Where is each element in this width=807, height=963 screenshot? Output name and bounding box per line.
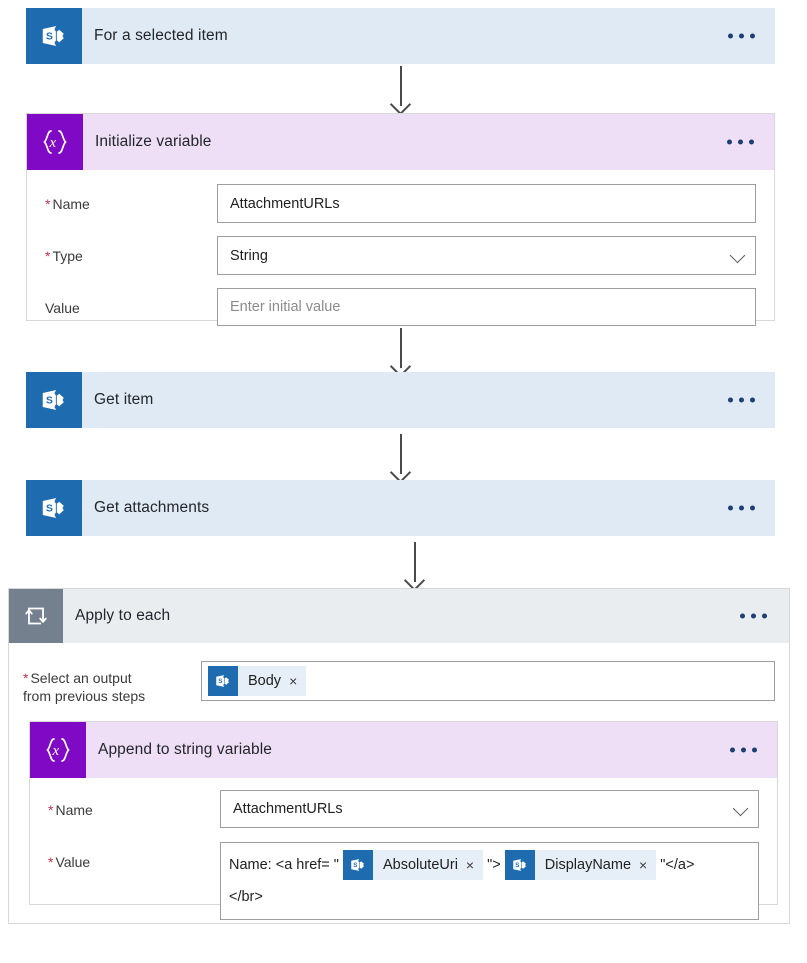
- more-options-icon[interactable]: [727, 139, 754, 145]
- form-row-select-output: *Select an output from previous steps S: [9, 661, 789, 705]
- more-options-icon[interactable]: [730, 747, 757, 753]
- card-title: For a selected item: [94, 27, 228, 44]
- chevron-down-icon: [729, 247, 746, 263]
- dynamic-content-token[interactable]: S AbsoluteUri ×: [342, 850, 484, 881]
- sharepoint-icon: S: [504, 850, 535, 881]
- connector-arrow: [380, 542, 450, 592]
- variable-icon: x: [27, 114, 83, 170]
- more-options-icon[interactable]: [728, 33, 755, 39]
- append-name-dropdown[interactable]: AttachmentURLs: [220, 790, 759, 828]
- value-input-placeholder: Enter initial value: [230, 299, 341, 315]
- connector-arrow: [366, 434, 436, 484]
- required-marker: *: [23, 670, 29, 686]
- flow-step-card-append-to-string-variable[interactable]: x Append to string variable * Name Attach…: [29, 721, 778, 921]
- select-output-input[interactable]: S Body ×: [201, 661, 775, 701]
- form-row-append-name: * Name AttachmentURLs: [30, 790, 777, 834]
- flow-designer-canvas: S For a selected item x Initialize varia…: [0, 0, 807, 963]
- value-text-segment: Name: <a href= ": [229, 857, 339, 874]
- name-input-value: AttachmentURLs: [230, 195, 340, 212]
- chevron-down-icon: [732, 800, 749, 817]
- more-options-icon[interactable]: [728, 397, 755, 403]
- flow-step-card-trigger[interactable]: S For a selected item: [26, 8, 775, 64]
- svg-text:x: x: [49, 135, 57, 151]
- remove-token-icon[interactable]: ×: [289, 674, 306, 688]
- value-text-segment: </br>: [229, 889, 263, 906]
- field-label-value: * Value: [48, 854, 91, 870]
- apply-to-each-header[interactable]: Apply to each: [9, 589, 789, 643]
- field-label-value: Value: [45, 300, 80, 316]
- token-label: AbsoluteUri: [382, 857, 458, 874]
- append-value-content: Name: <a href= " S AbsoluteUri × "> S Di…: [229, 849, 694, 913]
- dynamic-content-token[interactable]: S DisplayName ×: [504, 850, 657, 881]
- flow-step-card-get-attachments[interactable]: S Get attachments: [26, 480, 775, 536]
- svg-text:x: x: [52, 743, 60, 759]
- value-text-segment: ">: [487, 857, 501, 874]
- card-title: Initialize variable: [95, 133, 212, 150]
- card-body: * Name AttachmentURLs * Value Name: <a hre…: [30, 790, 777, 921]
- remove-token-icon[interactable]: ×: [466, 858, 483, 872]
- card-title: Get item: [94, 391, 154, 408]
- field-label-name: * Name: [45, 196, 90, 212]
- value-text-segment: "</a>: [660, 857, 695, 874]
- svg-text:S: S: [218, 678, 222, 685]
- sharepoint-icon: S: [26, 8, 82, 64]
- more-options-icon[interactable]: [740, 613, 767, 619]
- append-value-input[interactable]: Name: <a href= " S AbsoluteUri × "> S Di…: [220, 842, 759, 921]
- card-title: Append to string variable: [98, 741, 272, 758]
- variable-icon: x: [30, 722, 86, 778]
- token-label: Body: [248, 673, 282, 689]
- connector-arrow: [366, 328, 436, 378]
- svg-text:S: S: [46, 31, 53, 42]
- form-row-type: * Type String: [27, 236, 774, 280]
- form-row-name: * Name AttachmentURLs: [27, 184, 774, 228]
- card-header[interactable]: x Initialize variable: [27, 114, 774, 170]
- card-header[interactable]: x Append to string variable: [30, 722, 777, 778]
- svg-text:S: S: [515, 862, 519, 869]
- token-label: DisplayName: [544, 857, 632, 874]
- connector-arrow: [366, 66, 436, 116]
- sharepoint-icon: S: [26, 480, 82, 536]
- sharepoint-icon: S: [26, 372, 82, 428]
- required-marker: *: [48, 854, 54, 870]
- type-dropdown-value: String: [230, 247, 268, 264]
- apply-to-each-title: Apply to each: [75, 607, 171, 624]
- form-row-append-value: * Value Name: <a href= " S AbsoluteUri ×…: [30, 842, 777, 921]
- card-body: * Name AttachmentURLs * Type String Value: [27, 184, 774, 332]
- card-header[interactable]: S For a selected item: [26, 8, 775, 64]
- loop-icon: [9, 589, 63, 643]
- required-marker: *: [45, 196, 51, 212]
- card-header[interactable]: S Get item: [26, 372, 775, 428]
- field-label-type: * Type: [45, 248, 83, 264]
- svg-text:S: S: [353, 862, 357, 869]
- type-dropdown[interactable]: String: [217, 236, 756, 275]
- more-options-icon[interactable]: [728, 505, 755, 511]
- svg-text:S: S: [46, 395, 53, 406]
- sharepoint-icon: S: [342, 850, 373, 881]
- svg-text:S: S: [46, 503, 53, 514]
- append-name-value: AttachmentURLs: [233, 801, 343, 817]
- sharepoint-icon: S: [208, 666, 238, 696]
- dynamic-content-token[interactable]: S Body ×: [208, 666, 307, 696]
- card-header[interactable]: S Get attachments: [26, 480, 775, 536]
- flow-step-card-get-item[interactable]: S Get item: [26, 372, 775, 428]
- required-marker: *: [48, 802, 54, 818]
- apply-to-each-container: Apply to each * Select an output from pre…: [8, 588, 790, 924]
- field-label-select-output: * Select an output from previous steps: [23, 670, 146, 704]
- field-label-name: * Name: [48, 802, 93, 818]
- name-input[interactable]: AttachmentURLs: [217, 184, 756, 223]
- remove-token-icon[interactable]: ×: [639, 858, 656, 872]
- value-input[interactable]: Enter initial value: [217, 288, 756, 326]
- required-marker: *: [45, 248, 51, 264]
- form-row-value: Value Enter initial value: [27, 288, 774, 332]
- flow-step-card-initialize-variable[interactable]: x Initialize variable * Name AttachmentUR…: [26, 113, 775, 326]
- card-title: Get attachments: [94, 499, 210, 516]
